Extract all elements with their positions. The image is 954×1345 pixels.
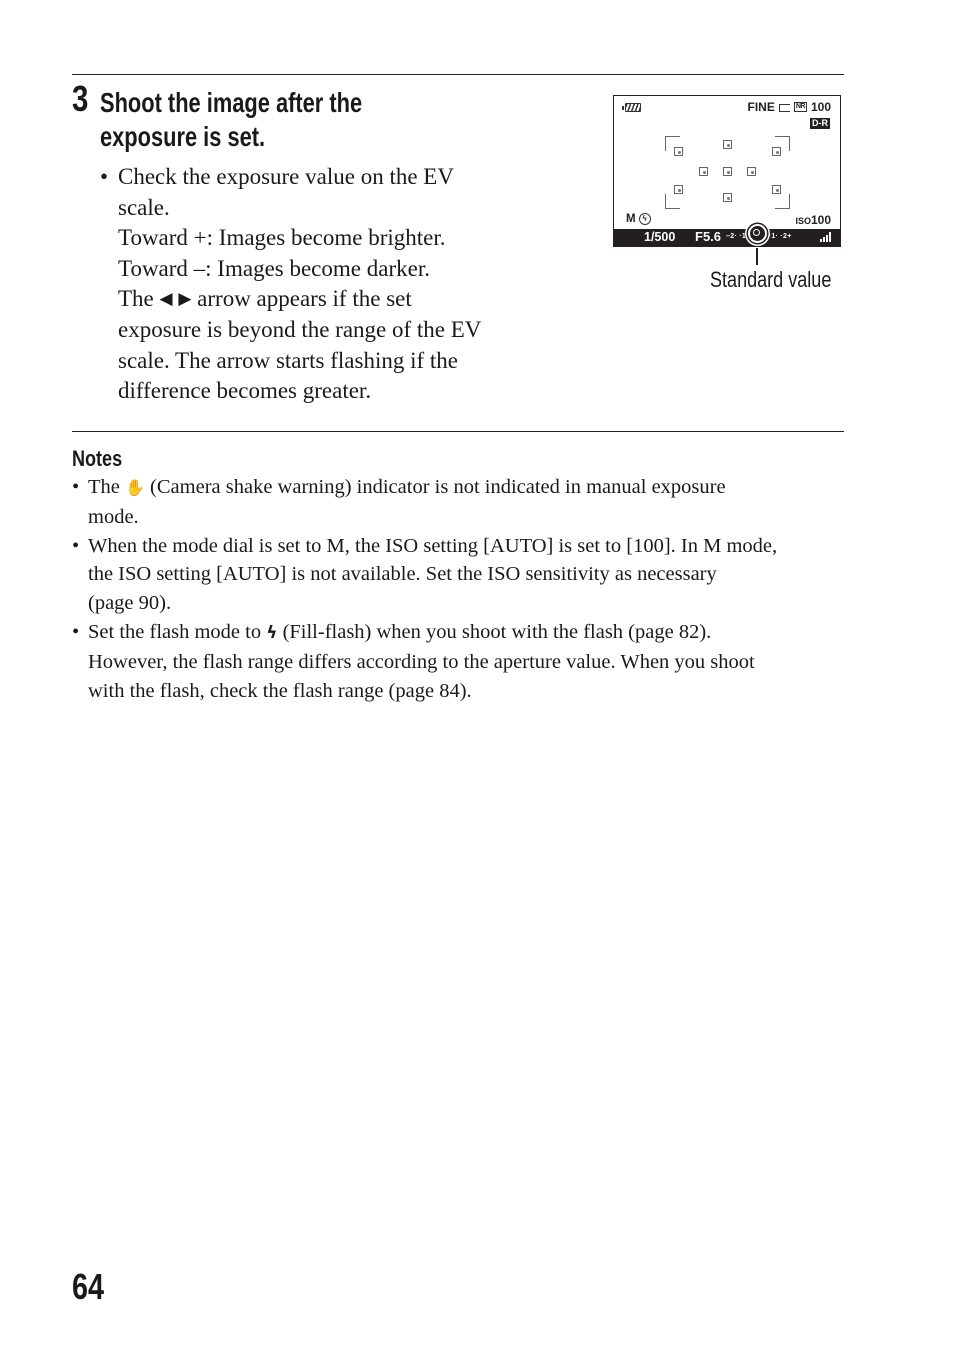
af-point bbox=[772, 185, 781, 194]
af-frame-corner bbox=[665, 194, 680, 209]
top-divider bbox=[72, 74, 844, 75]
iso-readout: ISO100 bbox=[795, 213, 831, 227]
text: the ISO setting [AUTO] is not available.… bbox=[88, 563, 717, 586]
text: (page 90). bbox=[88, 592, 172, 615]
lcd-info-bar: 1/500 F5.6 –2· ·1· ·1· ·2+ bbox=[614, 224, 840, 246]
step-number: 3 bbox=[72, 78, 88, 119]
step-instructions: • Check the exposure value on the EV sca… bbox=[100, 162, 510, 407]
iso-label: ISO bbox=[795, 216, 811, 226]
af-point bbox=[674, 185, 683, 194]
text: The bbox=[88, 476, 125, 498]
camera-shake-warning-icon: ✋ bbox=[125, 478, 145, 497]
step-title: Shoot the image after the exposure is se… bbox=[100, 86, 428, 154]
right-arrow-icon: ▶ bbox=[178, 289, 192, 309]
callout-leader-line bbox=[756, 248, 758, 265]
exposure-mode: M ϟ bbox=[626, 213, 651, 225]
instruction-line: difference becomes greater. bbox=[118, 378, 372, 404]
instruction-line: scale. The arrow starts flashing if the bbox=[118, 347, 458, 373]
notes-divider bbox=[72, 431, 844, 432]
notes-heading: Notes bbox=[72, 446, 123, 471]
text: When the mode dial is set to M, the ISO … bbox=[88, 534, 778, 557]
note-item: • Set the flash mode to ϟ (Fill-flash) w… bbox=[72, 618, 852, 705]
af-point bbox=[674, 147, 683, 156]
text: However, the flash range differs accordi… bbox=[88, 650, 755, 673]
step-title-line: Shoot the image after the bbox=[100, 87, 363, 118]
iso-value: 100 bbox=[810, 213, 831, 227]
battery-icon bbox=[622, 103, 641, 112]
bullet: • bbox=[100, 164, 109, 189]
instruction-line: Check the exposure value on the EV bbox=[118, 164, 454, 189]
dro-badge: D-R bbox=[810, 118, 830, 129]
text: (Camera shake warning) indicator is not … bbox=[144, 476, 726, 498]
text: The bbox=[118, 286, 160, 312]
note-item: • The ✋ (Camera shake warning) indicator… bbox=[72, 473, 852, 532]
af-point bbox=[699, 167, 708, 176]
image-size-icon bbox=[778, 104, 790, 112]
bullet: • bbox=[72, 534, 80, 557]
instruction-line: exposure is beyond the range of the EV bbox=[118, 316, 482, 342]
af-frame-corner bbox=[775, 194, 790, 209]
text: Set the flash mode to bbox=[88, 620, 267, 643]
ev-standard-marker-icon bbox=[748, 224, 767, 243]
ev-scale-minus: –2· ·1· bbox=[726, 233, 749, 240]
instruction-line: scale. bbox=[118, 194, 170, 220]
notes-list: • The ✋ (Camera shake warning) indicator… bbox=[72, 473, 852, 705]
noise-reduction-badge: NR bbox=[793, 102, 807, 112]
af-point bbox=[772, 147, 781, 156]
page-number: 64 bbox=[72, 1266, 105, 1307]
aperture-value: F5.6 bbox=[695, 229, 722, 244]
text: mode. bbox=[88, 505, 139, 528]
callout-standard-value: Standard value bbox=[710, 267, 832, 292]
fill-flash-icon: ϟ bbox=[266, 622, 278, 643]
instruction-line: Toward +: Images become brighter. bbox=[118, 225, 446, 251]
quality-label: FINE bbox=[747, 100, 775, 114]
bullet: • bbox=[72, 476, 80, 498]
lcd-status-top: FINE NR 100 bbox=[748, 100, 832, 114]
mode-label: M bbox=[626, 213, 636, 225]
left-arrow-icon: ◀ bbox=[159, 289, 173, 309]
text: arrow appears if the set bbox=[191, 286, 412, 312]
af-point bbox=[723, 140, 732, 149]
lcd-display-illustration: FINE NR 100 D-R M ϟ ISO100 1/500 F5.6 –2… bbox=[613, 95, 841, 247]
af-point bbox=[723, 193, 732, 202]
bullet: • bbox=[72, 620, 80, 643]
shutter-speed: 1/500 bbox=[644, 230, 676, 244]
image-count: 100 bbox=[810, 100, 831, 114]
ev-scale-plus: ·1· ·2+ bbox=[768, 233, 792, 240]
instruction-line: The ◀ ▶ arrow appears if the set bbox=[118, 284, 510, 315]
wireless-signal-icon bbox=[820, 232, 831, 242]
flash-off-icon: ϟ bbox=[638, 213, 651, 225]
note-item: • When the mode dial is set to M, the IS… bbox=[72, 532, 852, 618]
text: (Fill-flash) when you shoot with the fla… bbox=[277, 620, 712, 643]
instruction-line: Toward –: Images become darker. bbox=[118, 255, 430, 281]
af-point bbox=[723, 167, 732, 176]
text: with the flash, check the flash range (p… bbox=[88, 679, 472, 702]
step-title-line: exposure is set. bbox=[100, 121, 266, 152]
af-point bbox=[747, 167, 756, 176]
